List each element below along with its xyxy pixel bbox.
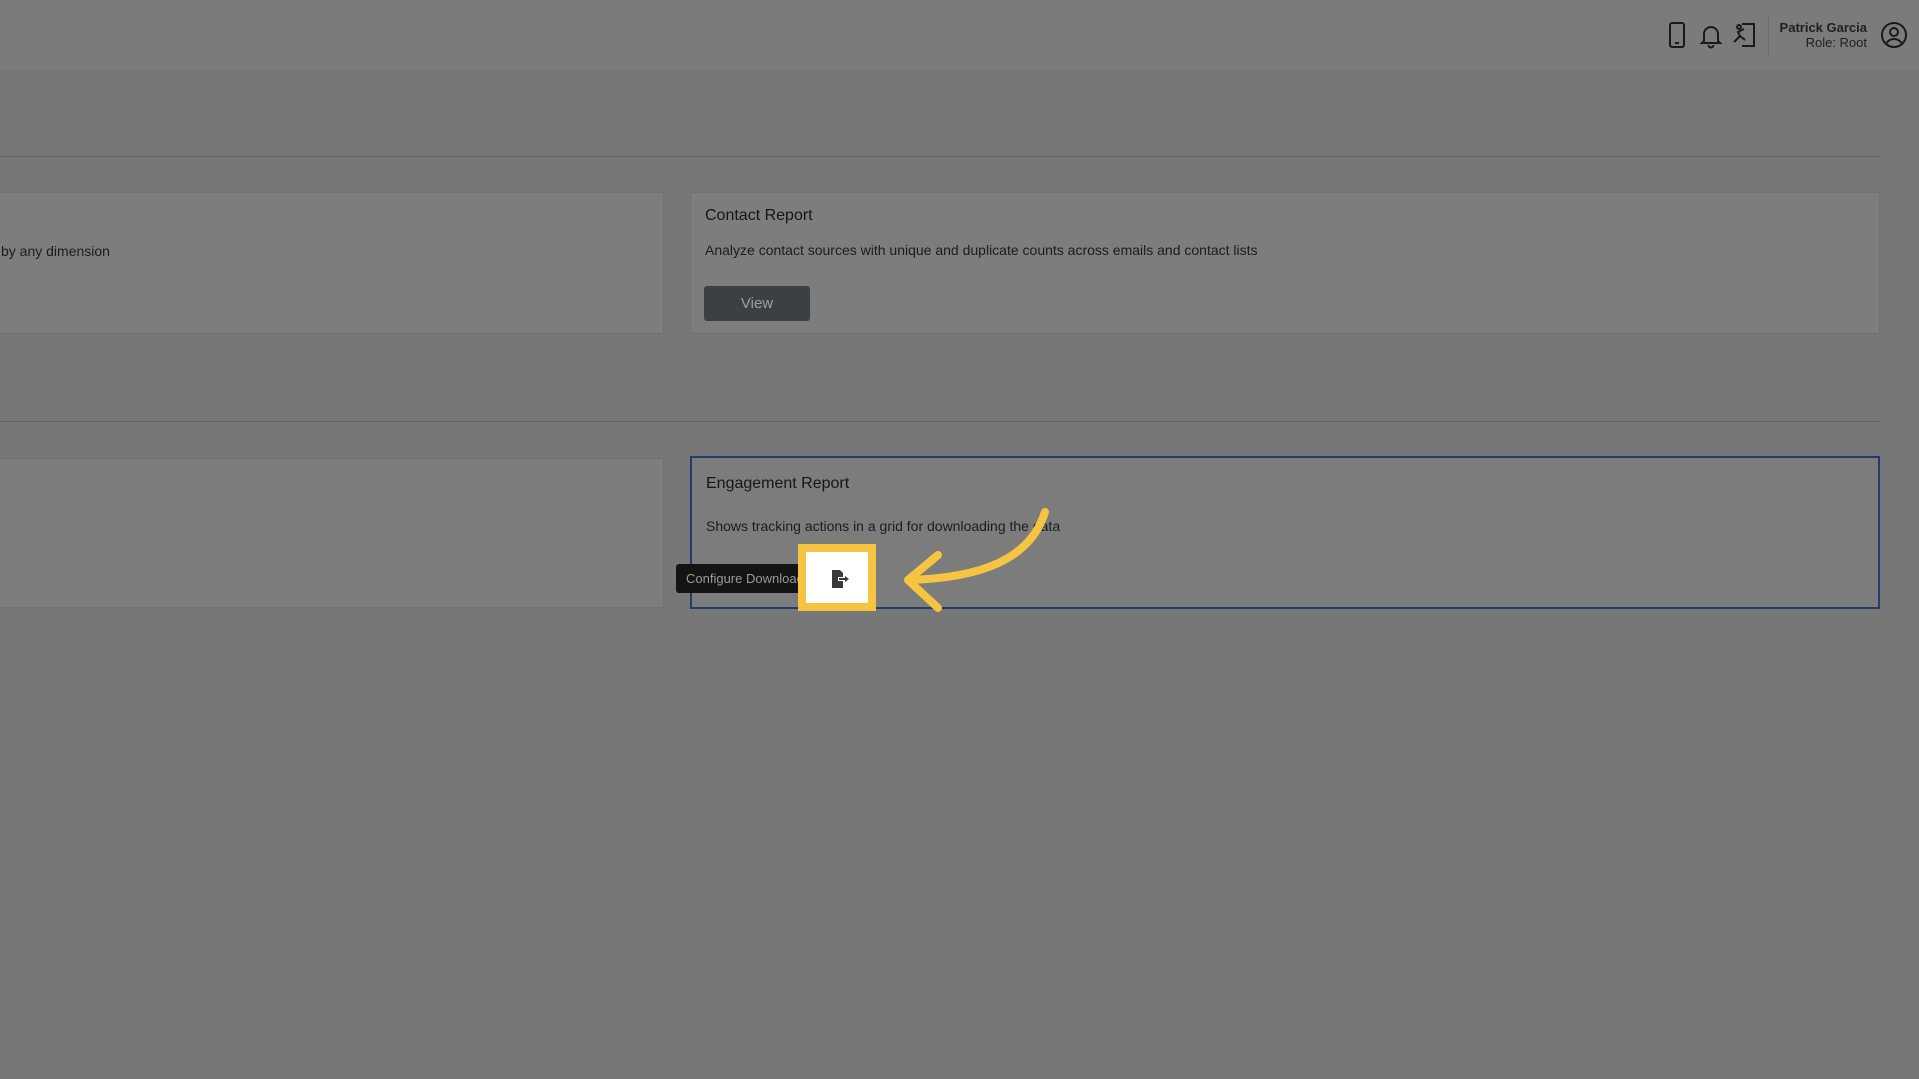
contact-report-description: Analyze contact sources with unique and …: [705, 242, 1258, 258]
top-bar: Patrick Garcia Role: Root: [0, 0, 1919, 70]
mobile-icon[interactable]: [1662, 20, 1692, 50]
report-card-left-bottom: [0, 458, 664, 608]
user-circle-icon[interactable]: [1879, 20, 1909, 50]
engagement-report-title: Engagement Report: [706, 475, 850, 492]
file-export-icon: [829, 568, 851, 590]
user-name: Patrick Garcia: [1779, 20, 1867, 35]
top-divider: [1768, 15, 1769, 55]
bell-icon[interactable]: [1696, 20, 1726, 50]
configure-download-button[interactable]: [820, 564, 860, 594]
exit-icon[interactable]: [1730, 20, 1760, 50]
user-role: Role: Root: [1805, 35, 1867, 50]
view-button[interactable]: View: [704, 286, 810, 321]
section-divider-top: [0, 156, 1880, 157]
pointer-arrow-icon: [904, 508, 1049, 612]
section-divider-bottom: [0, 421, 1880, 422]
contact-report-card: Contact Report Analyze contact sources w…: [690, 192, 1880, 334]
card-description: by any dimension: [1, 243, 110, 259]
configure-download-tooltip: Configure Download: [676, 564, 806, 593]
contact-report-title: Contact Report: [705, 207, 813, 224]
report-card-left-top: by any dimension: [0, 192, 664, 334]
